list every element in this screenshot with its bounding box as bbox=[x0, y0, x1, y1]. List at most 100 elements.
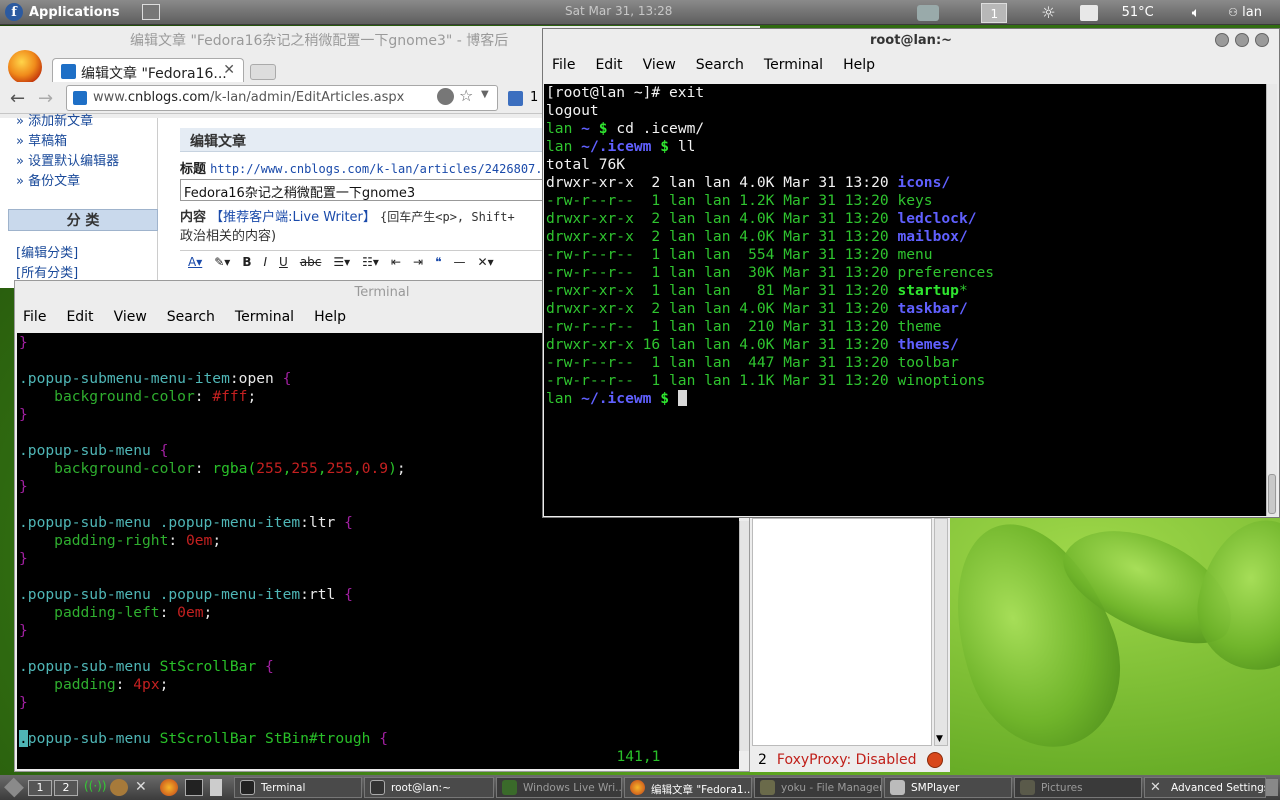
taskbar-item-firefox[interactable]: 编辑文章 "Fedora1... bbox=[624, 777, 752, 798]
code-line: padding-left: 0em; bbox=[54, 604, 213, 621]
remove-format-icon[interactable]: ✕▾ bbox=[478, 255, 494, 269]
taskbar-item-root-terminal[interactable]: root@lan:~ bbox=[364, 777, 494, 798]
bookmark-star-icon[interactable]: ☆ bbox=[459, 86, 473, 105]
numbered-list-icon[interactable]: ☷▾ bbox=[362, 255, 379, 269]
forward-icon[interactable]: → bbox=[38, 88, 53, 109]
foxyproxy-disabled-icon[interactable] bbox=[926, 752, 943, 768]
terminal-scrollbar[interactable] bbox=[739, 521, 749, 751]
taskbar-item-advanced-settings[interactable]: ✕ Advanced Settings bbox=[1144, 777, 1266, 798]
edit-category-link[interactable]: [编辑分类] bbox=[16, 242, 78, 261]
menu-help[interactable]: Help bbox=[314, 309, 346, 325]
code-line: } bbox=[19, 550, 28, 567]
menu-terminal[interactable]: Terminal bbox=[235, 309, 294, 325]
clock[interactable]: Sat Mar 31, 13:28 bbox=[565, 4, 672, 18]
file-list-scrollbar[interactable]: ▼ bbox=[934, 518, 948, 746]
user-icon: ⚇ bbox=[1228, 6, 1239, 19]
tab-label: 编辑文章 "Fedora16... bbox=[81, 66, 227, 82]
terminal-scrollbar[interactable] bbox=[1266, 84, 1277, 516]
indent-icon[interactable]: ⇥ bbox=[413, 255, 423, 269]
file-list-pane[interactable] bbox=[752, 518, 932, 746]
reload-icon[interactable] bbox=[437, 88, 454, 105]
sidebar-link[interactable]: » 草稿箱 bbox=[16, 130, 157, 150]
workspace-1-button[interactable]: 1 bbox=[28, 780, 52, 796]
maximize-icon[interactable] bbox=[1235, 33, 1249, 47]
underline-icon[interactable]: U bbox=[279, 255, 288, 269]
code-line: padding-right: 0em; bbox=[54, 532, 222, 549]
scroll-down-icon[interactable]: ▼ bbox=[936, 734, 943, 744]
taskbar-item-pictures[interactable]: Pictures bbox=[1014, 777, 1142, 798]
menu-edit[interactable]: Edit bbox=[595, 57, 622, 73]
minimize-icon[interactable] bbox=[1215, 33, 1229, 47]
folder-icon[interactable] bbox=[1079, 4, 1098, 21]
bullet-list-icon[interactable]: ☰▾ bbox=[333, 255, 350, 269]
firefox-launcher-icon[interactable] bbox=[160, 779, 178, 796]
taskbar-item-smplayer[interactable]: SMPlayer bbox=[884, 777, 1012, 798]
user-menu[interactable]: ⚇ lan bbox=[1228, 5, 1262, 20]
show-desktop-icon[interactable] bbox=[1266, 779, 1278, 796]
scrollbar-thumb[interactable] bbox=[1268, 474, 1276, 514]
code-line: padding: 4px; bbox=[54, 676, 169, 693]
menu-search[interactable]: Search bbox=[167, 309, 215, 325]
menu-view[interactable]: View bbox=[114, 309, 147, 325]
menu-help[interactable]: Help bbox=[843, 57, 875, 73]
menu-edit[interactable]: Edit bbox=[66, 309, 93, 325]
all-categories-link[interactable]: [所有分类] bbox=[16, 262, 78, 281]
workspace-switcher[interactable]: 1 bbox=[981, 2, 1008, 23]
menu-file[interactable]: File bbox=[23, 309, 46, 325]
tools-icon[interactable]: ✕ bbox=[135, 779, 153, 796]
new-tab-button[interactable] bbox=[250, 64, 276, 80]
sidebar-link-label: 设置默认编辑器 bbox=[28, 154, 120, 169]
sidebar-link[interactable]: » 备份文章 bbox=[16, 170, 157, 190]
menu-terminal[interactable]: Terminal bbox=[764, 57, 823, 73]
article-url-link[interactable]: http://www.cnblogs.com/k-lan/articles/24… bbox=[210, 162, 550, 176]
terminal-launcher-icon[interactable] bbox=[185, 779, 203, 796]
outdent-icon[interactable]: ⇤ bbox=[391, 255, 401, 269]
menu-file[interactable]: File bbox=[552, 57, 575, 73]
site-identity-icon bbox=[73, 91, 87, 105]
taskbar-item-file-manager[interactable]: yoku - File Manager bbox=[754, 777, 882, 798]
show-desktop-icon[interactable] bbox=[141, 4, 160, 20]
brightness-icon[interactable]: ☼ bbox=[1041, 3, 1055, 22]
browser-tab[interactable]: 编辑文章 "Fedora16... ✕ bbox=[52, 58, 244, 84]
wireless-icon[interactable]: ((·)) bbox=[84, 779, 107, 796]
font-color-icon[interactable]: A▾ bbox=[188, 255, 202, 269]
terminal-window-root: root@lan:~ File Edit View Search Termina… bbox=[542, 28, 1280, 518]
close-window-icon[interactable] bbox=[1255, 33, 1269, 47]
document-launcher-icon[interactable] bbox=[210, 779, 222, 796]
strikethrough-icon[interactable]: abc bbox=[300, 255, 322, 269]
back-icon[interactable]: ← bbox=[10, 88, 25, 109]
item-count: 2 bbox=[758, 752, 767, 768]
title-input[interactable]: Fedora16杂记之稍微配置一下gnome3 bbox=[180, 179, 560, 201]
quote-icon[interactable]: ❝ bbox=[435, 255, 441, 269]
start-menu-icon[interactable] bbox=[4, 777, 24, 798]
taskbar-item-live-writer[interactable]: Windows Live Wri... bbox=[496, 777, 622, 798]
close-tab-icon[interactable]: ✕ bbox=[223, 62, 235, 78]
highlight-icon[interactable]: ✎▾ bbox=[214, 255, 230, 269]
sidebar-link[interactable]: » 设置默认编辑器 bbox=[16, 150, 157, 170]
live-writer-link[interactable]: 【推荐客户端:Live Writer】 bbox=[210, 210, 376, 225]
url-bar[interactable]: www.cnblogs.com/k-lan/admin/EditArticles… bbox=[66, 85, 498, 111]
admin-sidebar: » 添加新文章 » 草稿箱 » 设置默认编辑器 » 备份文章 分 类 [编辑分类… bbox=[8, 114, 158, 288]
content-hint: {回车产生<p>, Shift+ bbox=[380, 210, 515, 224]
terminal-output[interactable]: [root@lan ~]# exit logout lan ~ $ cd .ic… bbox=[544, 84, 1266, 516]
menu-search[interactable]: Search bbox=[696, 57, 744, 73]
taskbar-item-terminal[interactable]: Terminal bbox=[234, 777, 362, 798]
network-icon[interactable] bbox=[917, 4, 940, 21]
volume-icon[interactable]: 🔈︎ bbox=[1192, 5, 1200, 21]
bold-icon[interactable]: B bbox=[242, 255, 251, 269]
applications-menu[interactable]: f Applications bbox=[0, 0, 172, 25]
firefox-logo-icon[interactable] bbox=[8, 50, 42, 84]
workspace-2-button[interactable]: 2 bbox=[54, 780, 78, 796]
menu-view[interactable]: View bbox=[643, 57, 676, 73]
sidebar-link[interactable]: » 添加新文章 bbox=[16, 110, 157, 130]
horizontal-rule-icon[interactable]: — bbox=[454, 255, 466, 269]
rss-icon[interactable] bbox=[508, 91, 523, 106]
gimp-icon[interactable] bbox=[110, 779, 128, 796]
code-line: .popup-submenu-menu-item:open { bbox=[19, 370, 292, 387]
foxyproxy-status[interactable]: FoxyProxy: Disabled bbox=[777, 752, 917, 768]
dropdown-icon[interactable]: ▼ bbox=[481, 89, 489, 100]
italic-icon[interactable]: I bbox=[263, 255, 267, 269]
top-panel: f Applications Sat Mar 31, 13:28 1 ☼ 51°… bbox=[0, 0, 1280, 25]
